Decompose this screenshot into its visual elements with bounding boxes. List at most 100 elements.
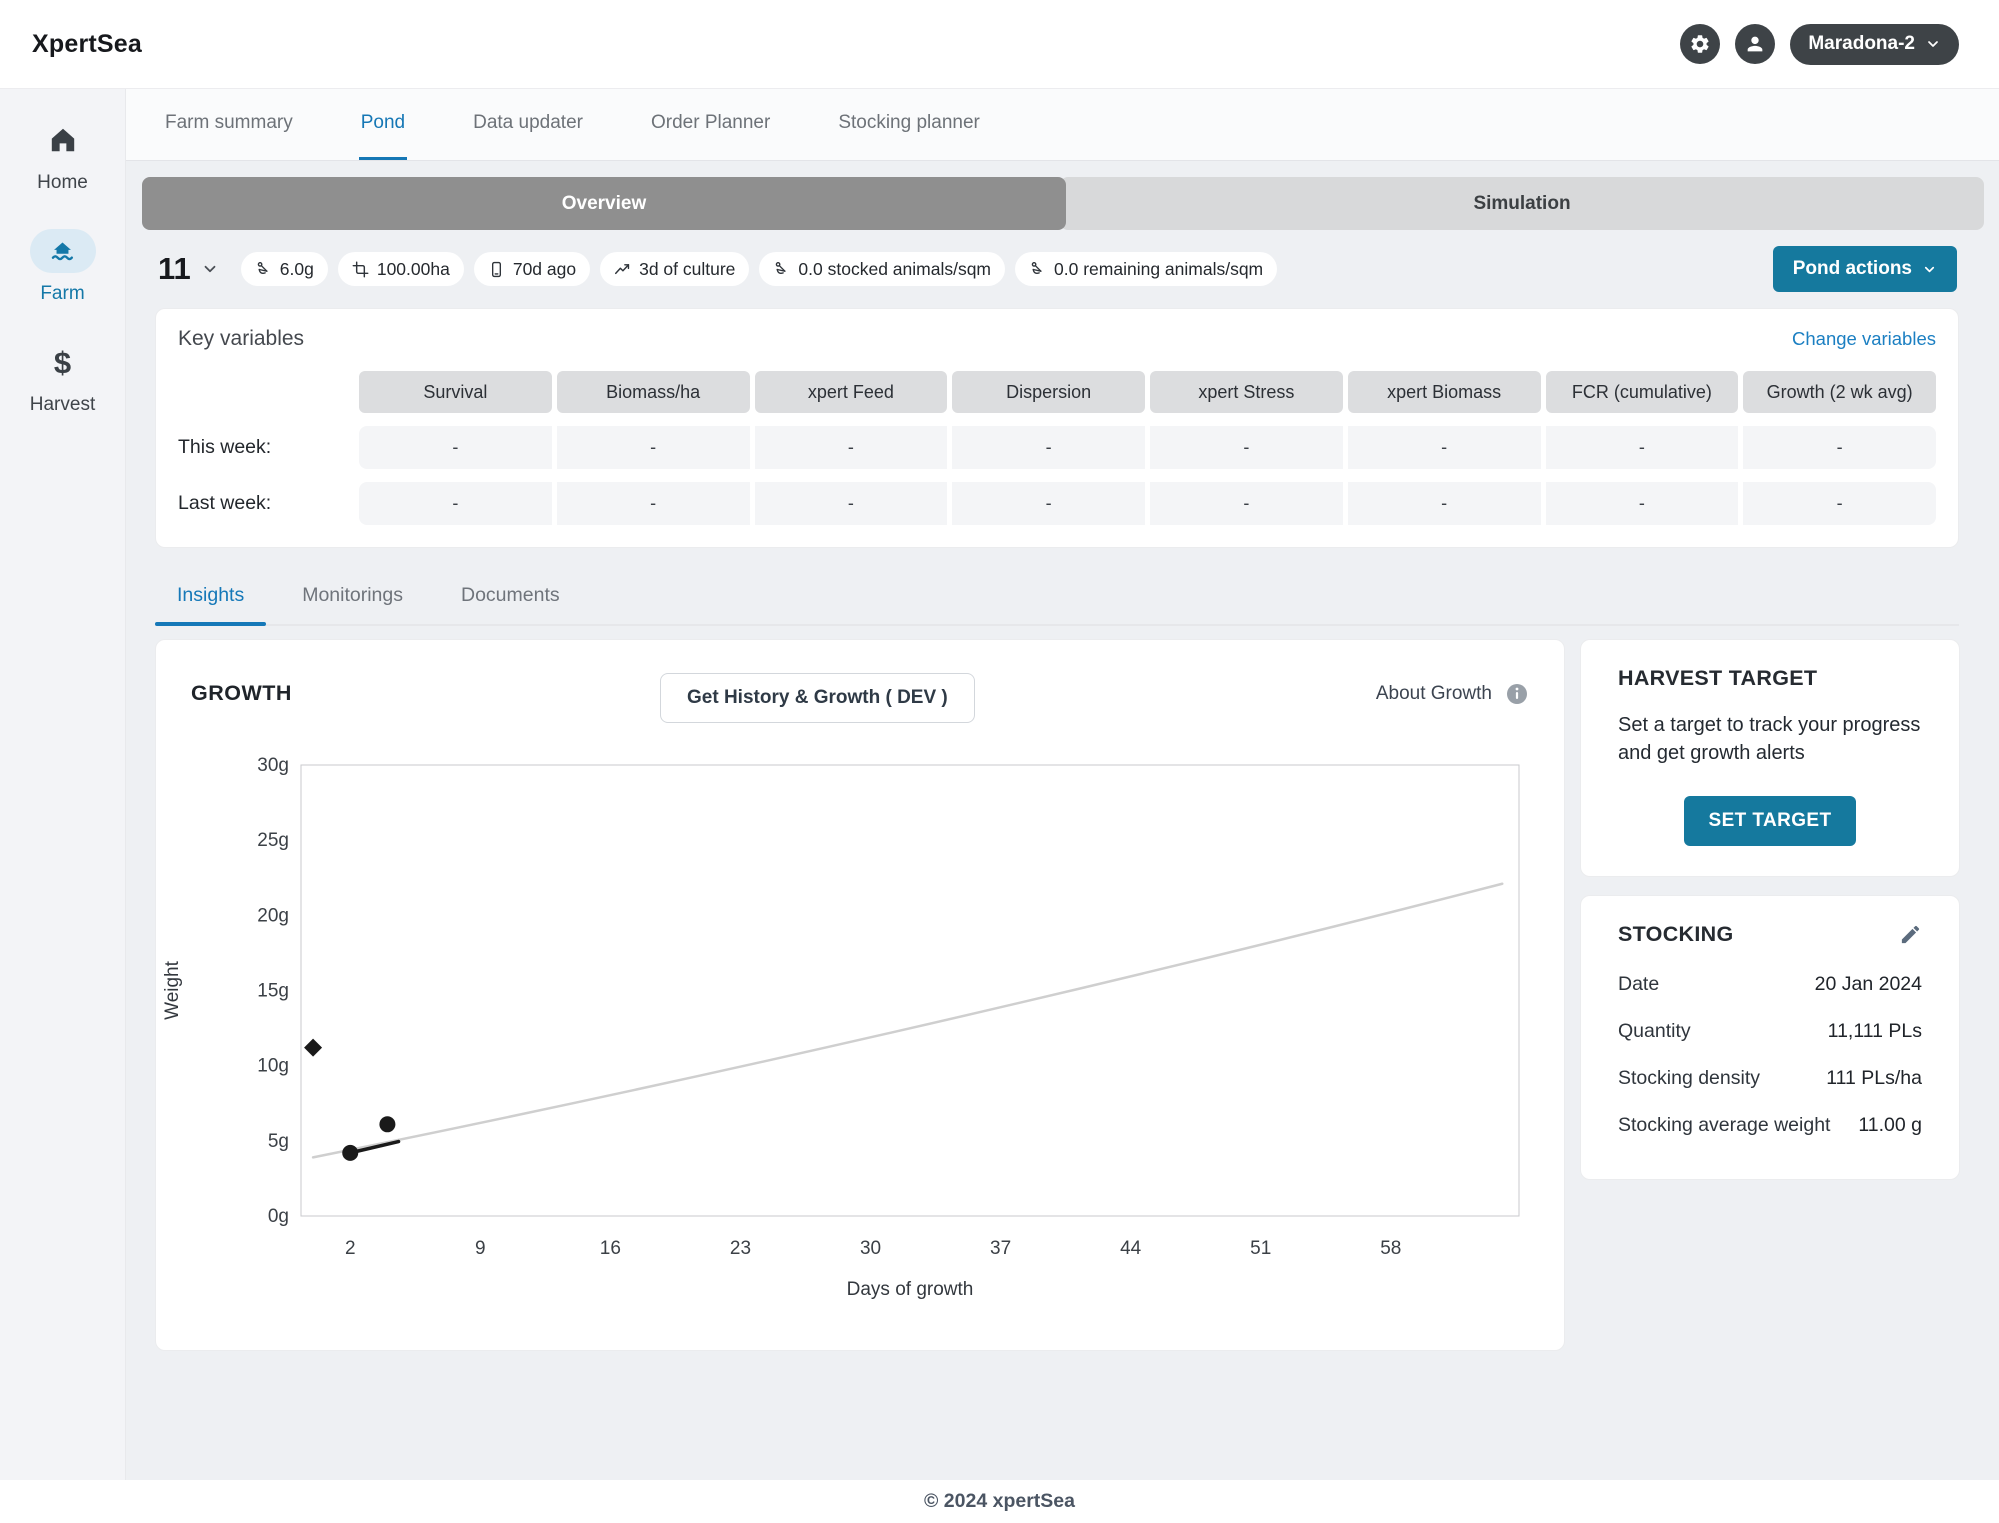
simulation-toggle[interactable]: Simulation xyxy=(1060,177,1984,230)
pond-row: 11 6.0g 100.00ha 70d ago 3d of culture 0.0 s… xyxy=(126,243,1999,295)
change-variables-link[interactable]: Change variables xyxy=(1792,328,1936,350)
stocking-value: 11,111 PLs xyxy=(1828,1020,1922,1043)
copyright-text: © 2024 xpertSea xyxy=(924,1490,1075,1513)
sidebar-item-harvest[interactable]: $Harvest xyxy=(30,339,95,416)
farm-icon xyxy=(49,238,76,265)
svg-text:30g: 30g xyxy=(257,755,289,776)
harvest-target-card: HARVEST TARGET Set a target to track you… xyxy=(1580,639,1960,877)
badge-label: 3d of culture xyxy=(639,259,735,280)
pond-actions-label: Pond actions xyxy=(1793,258,1912,280)
nav-tab-stocking-planner[interactable]: Stocking planner xyxy=(836,89,982,160)
kv-cell: - xyxy=(1546,426,1739,469)
get-history-growth-button[interactable]: Get History & Growth ( DEV ) xyxy=(660,673,975,723)
chevron-down-icon xyxy=(201,260,219,278)
svg-text:30: 30 xyxy=(860,1238,881,1259)
xpertsea-app: XpertSea Maradona-2 HomeFarm$Harvest Far… xyxy=(0,0,1999,1523)
about-growth-label: About Growth xyxy=(1376,683,1492,705)
sidebar: Home Farm $Harvest xyxy=(0,89,126,1480)
area-icon xyxy=(352,261,369,278)
content-tabs: Insights Monitorings Documents xyxy=(155,572,1959,626)
badge-label: 100.00ha xyxy=(377,259,450,280)
nav-tab-data-updater[interactable]: Data updater xyxy=(471,89,585,160)
svg-text:Weight: Weight xyxy=(162,960,183,1020)
kv-column-xpert-feed: xpert Feed xyxy=(755,371,948,413)
overview-toggle[interactable]: Overview xyxy=(142,177,1066,230)
sidebar-item-farm[interactable]: Farm xyxy=(30,228,96,305)
stocking-value: 11.00 g xyxy=(1858,1114,1922,1137)
app-footer: © 2024 xpertSea xyxy=(0,1480,1999,1523)
tab-insights[interactable]: Insights xyxy=(155,572,266,624)
pond-actions-button[interactable]: Pond actions xyxy=(1773,246,1957,292)
stocking-row-stocking-density: Stocking density111 PLs/ha xyxy=(1618,1055,1922,1102)
user-icon xyxy=(1744,33,1766,55)
stocking-row-date: Date 20 Jan 2024 xyxy=(1618,961,1922,1008)
key-variables-card: Key variables Change variables SurvivalB… xyxy=(155,308,1959,548)
pond-selector[interactable]: 11 xyxy=(158,251,219,287)
pencil-icon[interactable] xyxy=(1899,923,1922,946)
svg-text:9: 9 xyxy=(475,1238,486,1259)
kv-cell: - xyxy=(1348,426,1541,469)
kv-cell: - xyxy=(557,426,750,469)
view-toggle: Overview Simulation xyxy=(142,177,1984,230)
svg-text:20g: 20g xyxy=(257,905,289,926)
stocking-row-stocking-average-weight: Stocking average weight 11.00 g xyxy=(1618,1102,1922,1149)
stocking-rows: Date 20 Jan 2024 Quantity 11,111 PLs Stockin… xyxy=(1618,961,1922,1149)
kv-cell: - xyxy=(1150,482,1343,525)
nav-tab-order-planner[interactable]: Order Planner xyxy=(649,89,772,160)
sidebar-item-home[interactable]: Home xyxy=(37,117,88,194)
badge-label: 0.0 stocked animals/sqm xyxy=(798,259,991,280)
svg-text:58: 58 xyxy=(1380,1238,1401,1259)
growth-card: GROWTH Get History & Growth ( DEV ) Abou… xyxy=(155,639,1565,1351)
kv-column-xpert-stress: xpert Stress xyxy=(1150,371,1343,413)
stocking-label: Quantity xyxy=(1618,1020,1691,1043)
svg-text:2: 2 xyxy=(345,1238,356,1259)
info-icon[interactable] xyxy=(1505,682,1529,706)
kv-cell: - xyxy=(952,426,1145,469)
svg-text:16: 16 xyxy=(600,1238,621,1259)
stocking-label: Stocking average weight xyxy=(1618,1114,1830,1137)
stocking-row-quantity: Quantity 11,111 PLs xyxy=(1618,1008,1922,1055)
device-icon xyxy=(488,261,505,278)
main-area: Farm summary Pond Data updater Order Planne… xyxy=(126,89,1999,1480)
key-variables-title: Key variables xyxy=(178,327,304,351)
harvest-icon: $ xyxy=(54,347,71,378)
kv-cell: - xyxy=(359,482,552,525)
set-target-button[interactable]: SET TARGET xyxy=(1684,796,1857,846)
nav-tab-farm-summary[interactable]: Farm summary xyxy=(163,89,295,160)
settings-button[interactable] xyxy=(1680,24,1720,64)
header-actions: Maradona-2 xyxy=(1680,24,1959,65)
tab-monitorings[interactable]: Monitorings xyxy=(280,572,425,624)
profile-button[interactable] xyxy=(1735,24,1775,64)
svg-text:15g: 15g xyxy=(257,981,289,1002)
sidebar-item-label: Home xyxy=(37,172,88,194)
stocking-value: 20 Jan 2024 xyxy=(1815,973,1922,996)
home-icon xyxy=(49,126,77,154)
svg-text:51: 51 xyxy=(1250,1238,1271,1259)
kv-cell: - xyxy=(1150,426,1343,469)
kv-row-label: This week: xyxy=(178,436,354,459)
tab-documents[interactable]: Documents xyxy=(439,572,582,624)
pond-badge-0-0-stocked-animals-sqm: 0.0 stocked animals/sqm xyxy=(759,252,1005,286)
nav-tab-pond[interactable]: Pond xyxy=(359,89,407,160)
stocking-title: STOCKING xyxy=(1618,922,1734,947)
pond-badge-6-0g: 6.0g xyxy=(241,252,328,286)
scale-icon xyxy=(255,261,272,278)
harvest-target-description: Set a target to track your progress and … xyxy=(1618,711,1922,768)
gear-icon xyxy=(1689,33,1711,55)
svg-text:10g: 10g xyxy=(257,1056,289,1077)
pond-badges: 6.0g 100.00ha 70d ago 3d of culture 0.0 stoc… xyxy=(241,252,1277,286)
stocking-label: Date xyxy=(1618,973,1659,996)
account-name: Maradona-2 xyxy=(1808,33,1915,55)
pond-badge-70d-ago: 70d ago xyxy=(474,252,590,286)
sidebar-item-label: Farm xyxy=(40,283,84,305)
account-menu-button[interactable]: Maradona-2 xyxy=(1790,24,1959,65)
pond-id: 11 xyxy=(158,251,191,287)
svg-text:37: 37 xyxy=(990,1238,1011,1259)
kv-cell: - xyxy=(1743,426,1936,469)
kv-cell: - xyxy=(755,426,948,469)
kv-row-label: Last week: xyxy=(178,492,354,515)
kv-column-growth-2-wk-avg: Growth (2 wk avg) xyxy=(1743,371,1936,413)
svg-text:23: 23 xyxy=(730,1238,751,1259)
pond-badge-0-0-remaining-animals-sqm: 0.0 remaining animals/sqm xyxy=(1015,252,1277,286)
pond-badge-100-00ha: 100.00ha xyxy=(338,252,464,286)
